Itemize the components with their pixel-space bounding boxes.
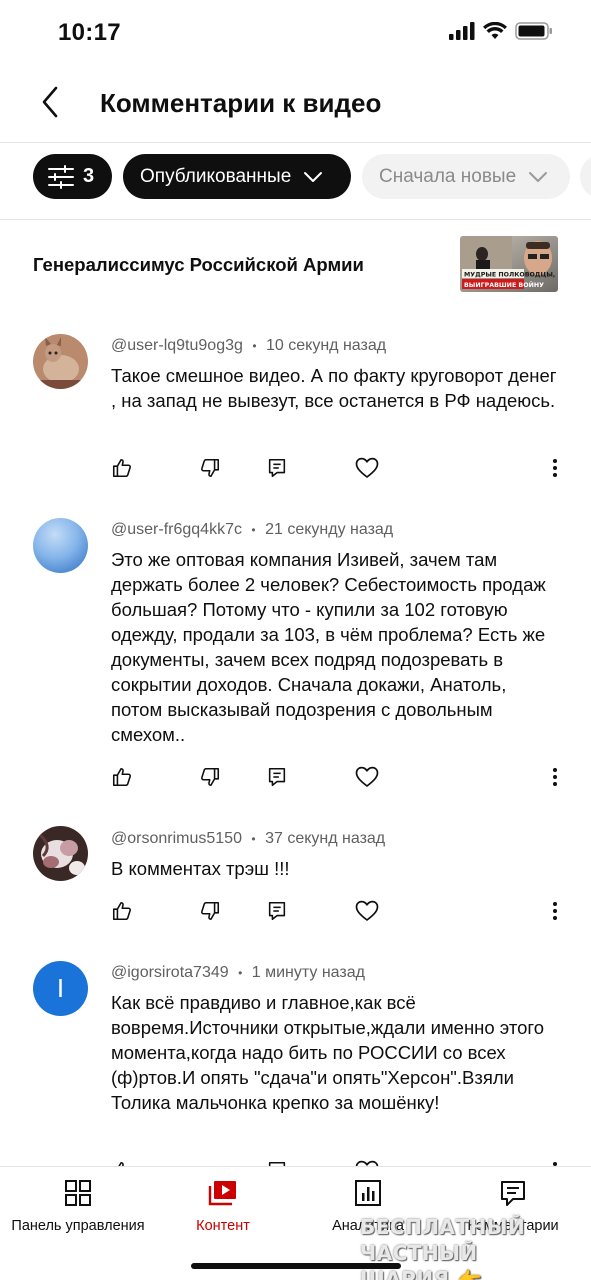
heart-icon [355,457,379,478]
home-indicator [191,1263,401,1269]
thumbs-up-icon [112,458,131,478]
like-button[interactable] [108,897,136,925]
video-row[interactable]: Генералиссимус Российской Армии МУДРЫЕ П… [0,220,591,310]
video-title: Генералиссимус Российской Армии [33,254,364,275]
dislike-button[interactable] [196,454,224,482]
sort-label: Сначала новые [379,165,517,187]
comment-actions [0,763,591,793]
dislike-button[interactable] [196,763,224,791]
like-button[interactable] [108,763,136,791]
extra-chip[interactable] [580,154,591,199]
filter-count: 3 [83,165,95,187]
comments-icon [497,1177,529,1209]
reply-icon [268,458,286,478]
heart-button[interactable] [353,454,381,482]
comment-meta: @user-fr6gq4kk7c • 21 секунду назад [111,521,393,539]
comment-text: Как всё правдиво и главное,как всё вовре… [111,992,545,1113]
comment-text: В комментах трэш !!! [111,858,290,879]
dashboard-icon [62,1177,94,1209]
meta-separator: • [238,966,243,980]
battery-icon [515,22,552,40]
avatar[interactable]: I [33,961,88,1016]
thumbs-down-icon [201,901,220,921]
comment-meta: @user-lq9tu9og3g • 10 секунд назад [111,337,386,355]
reply-icon [268,901,286,921]
comment-actions [0,454,591,484]
chevron-down-icon [529,171,548,182]
content-icon [207,1177,239,1209]
thumb-caption-2: ВЫИГРАВШИЕ ВОЙНУ [464,280,544,289]
nav-content[interactable]: Контент [148,1177,298,1234]
avatar[interactable] [33,334,88,389]
comment-meta: @orsonrimus5150 • 37 секунд назад [111,830,385,848]
nav-dashboard[interactable]: Панель управления [3,1177,153,1234]
comment-author[interactable]: @user-lq9tu9og3g [111,337,243,354]
nav-label: Панель управления [11,1218,145,1234]
page-title: Комментарии к видео [100,88,382,118]
reply-button[interactable] [263,454,291,482]
thumbs-down-icon [201,767,220,787]
status-icons [449,22,553,40]
more-vertical-icon [553,768,557,786]
reply-icon [268,767,286,787]
comment-time: 21 секунду назад [265,521,394,538]
filter-bar: 3 Опубликованные Сначала новые [0,142,591,220]
heart-icon [355,900,379,921]
cellular-signal-icon [449,22,475,40]
thumb-caption-1: МУДРЫЕ ПОЛКОВОДЦЫ, [464,272,555,279]
heart-button[interactable] [353,763,381,791]
meta-separator: • [251,832,256,846]
chevron-left-icon [42,86,58,118]
thumbs-down-icon [201,458,220,478]
meta-separator: • [251,523,256,537]
more-vertical-icon [553,459,557,477]
more-options-button[interactable] [541,763,569,791]
nav-label: Контент [196,1218,250,1234]
filter-settings-chip[interactable]: 3 [33,154,112,199]
thumbs-up-icon [112,901,131,921]
status-time: 10:17 [58,19,121,46]
sliders-icon [48,164,74,189]
back-button[interactable] [28,80,72,124]
comment-actions [0,897,591,927]
sort-chip[interactable]: Сначала новые [362,154,570,199]
comment-author[interactable]: @user-fr6gq4kk7c [111,521,242,538]
meta-separator: • [252,339,257,353]
heart-button[interactable] [353,897,381,925]
reply-button[interactable] [263,763,291,791]
more-options-button[interactable] [541,897,569,925]
comment-text: Это же оптовая компания Изивей, зачем та… [111,549,546,745]
like-button[interactable] [108,454,136,482]
reply-button[interactable] [263,897,291,925]
watermark-line-1: БЕСПЛАТНЫЙ ЧАСТНЫЙ [360,1215,526,1265]
comment-time: 37 секунд назад [265,830,386,847]
comment-meta: @igorsirota7349 • 1 минуту назад [111,964,365,982]
comment-time: 1 минуту назад [251,964,365,981]
dislike-button[interactable] [196,897,224,925]
app-header: Комментарии к видео [0,66,591,142]
published-filter-chip[interactable]: Опубликованные [123,154,351,199]
avatar[interactable] [33,518,88,573]
more-vertical-icon [553,902,557,920]
heart-icon [355,766,379,787]
avatar[interactable] [33,826,88,881]
status-bar: 10:17 [0,0,591,66]
watermark: БЕСПЛАТНЫЙ ЧАСТНЫЙ ШАРИЯ 👉 Sharij.net [360,1214,582,1280]
analytics-icon [352,1177,384,1209]
chevron-down-icon [304,171,323,182]
comment-author[interactable]: @igorsirota7349 [111,964,229,981]
wifi-icon [483,22,507,39]
more-options-button[interactable] [541,454,569,482]
published-filter-label: Опубликованные [140,165,292,187]
video-thumbnail[interactable]: МУДРЫЕ ПОЛКОВОДЦЫ, ВЫИГРАВШИЕ ВОЙНУ [460,236,558,292]
comment-text: Такое смешное видео. А по факту круговор… [111,365,557,411]
comment-author[interactable]: @orsonrimus5150 [111,830,242,847]
thumbs-up-icon [112,767,131,787]
avatar-letter: I [56,973,65,1003]
comment-time: 10 секунд назад [266,337,387,354]
